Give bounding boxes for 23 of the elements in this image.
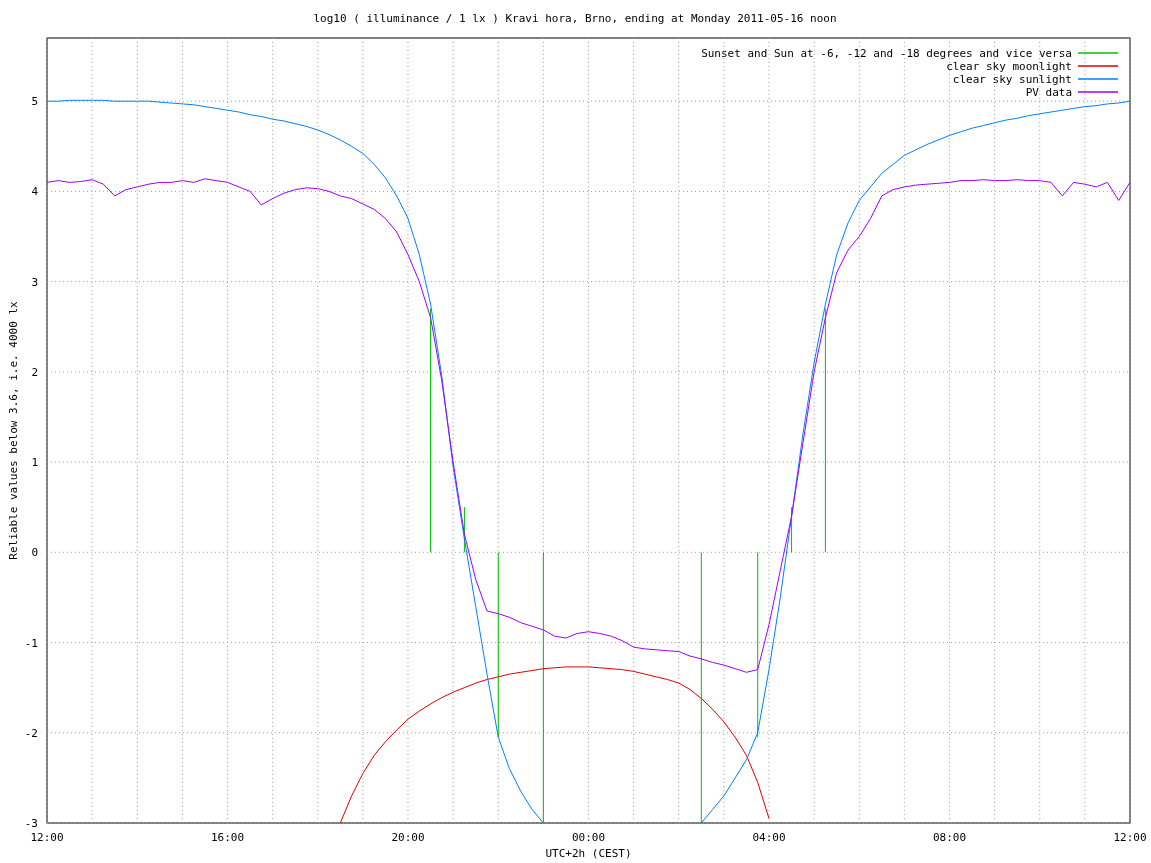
legend-label: clear sky moonlight xyxy=(946,60,1072,73)
axis-tick-label: 16:00 xyxy=(210,831,245,844)
axis-tick-label: 4 xyxy=(31,185,38,199)
x-axis-label: UTC+2h (CEST) xyxy=(545,847,632,860)
axis-tick-label: 2 xyxy=(31,365,38,379)
axis-tick-label: 12:00 xyxy=(30,831,64,844)
axis-tick-label: -2 xyxy=(24,726,38,740)
axis-tick-label: 00:00 xyxy=(571,831,606,844)
axis-tick-label: 04:00 xyxy=(752,831,786,844)
chart-title: log10 ( illuminance / 1 lx ) Kravi hora, Brno, ending at Monday 2011-05-16 noon xyxy=(313,12,837,25)
axis-tick-label: 5 xyxy=(31,95,38,109)
y-axis-label: Reliable values below 3.6, i.e. 4000 lx xyxy=(7,301,20,560)
axis-tick-label: 08:00 xyxy=(932,831,967,844)
axis-tick-label: 20:00 xyxy=(391,831,425,844)
axis-tick-label: 1 xyxy=(31,456,38,470)
axis-tick-label: -3 xyxy=(24,817,38,830)
axis-tick-label: 12:00 xyxy=(1113,831,1147,844)
legend-label: PV data xyxy=(1025,86,1072,99)
axis-tick-label: 0 xyxy=(31,546,38,560)
legend-label: clear sky sunlight xyxy=(952,73,1072,86)
axis-tick-label: -1 xyxy=(24,636,38,650)
legend-label: Sunset and Sun at -6, -12 and -18 degrees and vice versa xyxy=(701,47,1072,60)
axis-tick-label: 3 xyxy=(31,275,38,289)
